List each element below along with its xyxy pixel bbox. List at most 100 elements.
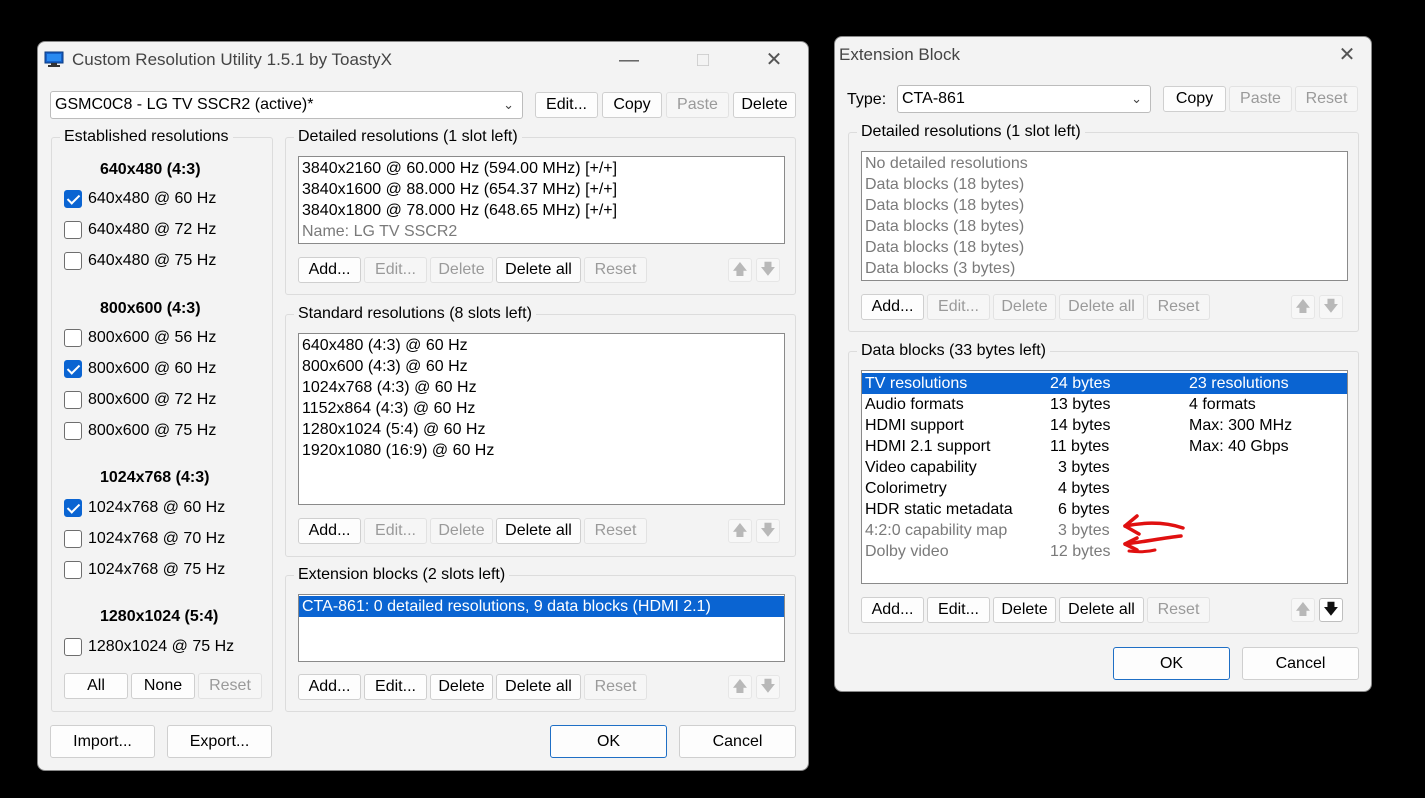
table-row[interactable]: HDR static metadata 6 bytes (862, 499, 1347, 520)
extension-titlebar[interactable]: Extension Block ✕ (835, 37, 1371, 73)
ext-detailed-edit-button[interactable]: Edit... (927, 294, 990, 320)
checkbox-icon (64, 561, 82, 579)
ext-detailed-reset-button[interactable]: Reset (1147, 294, 1210, 320)
list-item[interactable]: Data blocks (18 bytes) (862, 237, 1347, 258)
list-item[interactable]: 3840x1800 @ 78.000 Hz (648.65 MHz) [+/+] (299, 200, 784, 221)
ok-button[interactable]: OK (550, 725, 667, 758)
monitor-select[interactable]: GSMC0C8 - LG TV SSCR2 (active)* ⌄ (50, 91, 523, 119)
table-row[interactable]: 4:2:0 capability map 3 bytes (862, 520, 1347, 541)
import-button[interactable]: Import... (50, 725, 155, 758)
ext-detailed-delete-all-button[interactable]: Delete all (1059, 294, 1144, 320)
detailed-group: Detailed resolutions (1 slot left) 3840x… (285, 128, 796, 295)
list-item[interactable]: Data blocks (18 bytes) (862, 195, 1347, 216)
chevron-down-icon: ⌄ (503, 97, 514, 112)
extension-add-button[interactable]: Add... (298, 674, 361, 700)
extension-delete-all-button[interactable]: Delete all (496, 674, 581, 700)
close-icon[interactable]: ✕ (759, 50, 789, 70)
data-blocks-reset-button[interactable]: Reset (1147, 597, 1210, 623)
arrow-down-icon[interactable]: 🡇 (1319, 295, 1343, 319)
ext-paste-button[interactable]: Paste (1229, 86, 1292, 112)
standard-delete-all-button[interactable]: Delete all (496, 518, 581, 544)
table-row[interactable]: HDMI support 14 bytes Max: 300 MHz (862, 415, 1347, 436)
detailed-list[interactable]: 3840x2160 @ 60.000 Hz (594.00 MHz) [+/+]… (298, 156, 785, 244)
data-blocks-list[interactable]: TV resolutions 24 bytes 23 resolutions A… (861, 370, 1348, 584)
standard-edit-button[interactable]: Edit... (364, 518, 427, 544)
data-blocks-delete-button[interactable]: Delete (993, 597, 1056, 623)
list-item[interactable]: 1024x768 (4:3) @ 60 Hz (299, 377, 784, 398)
arrow-up-icon[interactable]: 🡅 (728, 675, 752, 699)
ext-detailed-delete-button[interactable]: Delete (993, 294, 1056, 320)
standard-delete-button[interactable]: Delete (430, 518, 493, 544)
monitor-delete-button[interactable]: Delete (733, 92, 796, 118)
established-reset-button[interactable]: Reset (198, 673, 262, 699)
list-item[interactable]: No detailed resolutions (862, 153, 1347, 174)
detailed-add-button[interactable]: Add... (298, 257, 361, 283)
monitor-edit-button[interactable]: Edit... (535, 92, 598, 118)
standard-list[interactable]: 640x480 (4:3) @ 60 Hz 800x600 (4:3) @ 60… (298, 333, 785, 505)
list-item[interactable]: 640x480 (4:3) @ 60 Hz (299, 335, 784, 356)
list-item[interactable]: 1920x1080 (16:9) @ 60 Hz (299, 440, 784, 461)
list-item[interactable]: Data blocks (18 bytes) (862, 174, 1347, 195)
arrow-up-icon[interactable]: 🡅 (728, 519, 752, 543)
list-item[interactable]: Data blocks (3 bytes) (862, 258, 1347, 279)
monitor-copy-button[interactable]: Copy (602, 92, 662, 118)
arrow-up-icon[interactable]: 🡅 (1291, 598, 1315, 622)
table-row[interactable]: Dolby video 12 bytes (862, 541, 1347, 562)
arrow-down-icon[interactable]: 🡇 (1319, 598, 1343, 622)
maximize-icon[interactable]: □ (688, 50, 718, 70)
list-item[interactable]: Data blocks (18 bytes) (862, 216, 1347, 237)
type-select[interactable]: CTA-861 ⌄ (897, 85, 1151, 113)
close-icon[interactable]: ✕ (1332, 45, 1362, 65)
table-row[interactable]: Audio formats 13 bytes 4 formats (862, 394, 1347, 415)
cru-title: Custom Resolution Utility 1.5.1 by Toast… (72, 50, 392, 69)
checkbox-icon (64, 530, 82, 548)
cru-titlebar[interactable]: Custom Resolution Utility 1.5.1 by Toast… (38, 42, 808, 78)
table-row[interactable]: TV resolutions 24 bytes 23 resolutions (862, 373, 1347, 394)
ext-cancel-button[interactable]: Cancel (1242, 647, 1359, 680)
extension-list[interactable]: CTA-861: 0 detailed resolutions, 9 data … (298, 594, 785, 662)
established-none-button[interactable]: None (131, 673, 195, 699)
established-all-button[interactable]: All (64, 673, 128, 699)
arrow-down-icon[interactable]: 🡇 (756, 675, 780, 699)
list-item[interactable]: CTA-861: 0 detailed resolutions, 9 data … (299, 596, 784, 617)
ext-detailed-list[interactable]: No detailed resolutions Data blocks (18 … (861, 151, 1348, 281)
standard-reset-button[interactable]: Reset (584, 518, 647, 544)
detailed-delete-all-button[interactable]: Delete all (496, 257, 581, 283)
detailed-label: Detailed resolutions (1 slot left) (294, 128, 522, 146)
checkbox-icon (64, 360, 82, 378)
ext-detailed-add-button[interactable]: Add... (861, 294, 924, 320)
ext-ok-button[interactable]: OK (1113, 647, 1230, 680)
detailed-reset-button[interactable]: Reset (584, 257, 647, 283)
extension-reset-button[interactable]: Reset (584, 674, 647, 700)
list-item[interactable]: 3840x2160 @ 60.000 Hz (594.00 MHz) [+/+] (299, 158, 784, 179)
data-blocks-edit-button[interactable]: Edit... (927, 597, 990, 623)
detailed-delete-button[interactable]: Delete (430, 257, 493, 283)
data-blocks-delete-all-button[interactable]: Delete all (1059, 597, 1144, 623)
list-item[interactable]: 1280x1024 (5:4) @ 60 Hz (299, 419, 784, 440)
monitor-paste-button[interactable]: Paste (666, 92, 729, 118)
checkbox-icon (64, 190, 82, 208)
arrow-down-icon[interactable]: 🡇 (756, 519, 780, 543)
arrow-up-icon[interactable]: 🡅 (728, 258, 752, 282)
list-item[interactable]: 1152x864 (4:3) @ 60 Hz (299, 398, 784, 419)
arrow-up-icon[interactable]: 🡅 (1291, 295, 1315, 319)
list-item[interactable]: 3840x1600 @ 88.000 Hz (654.37 MHz) [+/+] (299, 179, 784, 200)
detailed-edit-button[interactable]: Edit... (364, 257, 427, 283)
ext-reset-button[interactable]: Reset (1295, 86, 1358, 112)
extension-edit-button[interactable]: Edit... (364, 674, 427, 700)
extension-delete-button[interactable]: Delete (430, 674, 493, 700)
data-blocks-add-button[interactable]: Add... (861, 597, 924, 623)
checkbox-icon (64, 422, 82, 440)
arrow-down-icon[interactable]: 🡇 (756, 258, 780, 282)
table-row[interactable]: Colorimetry 4 bytes (862, 478, 1347, 499)
table-row[interactable]: HDMI 2.1 support 11 bytes Max: 40 Gbps (862, 436, 1347, 457)
table-row[interactable]: Video capability 3 bytes (862, 457, 1347, 478)
ext-copy-button[interactable]: Copy (1163, 86, 1226, 112)
established-group: Established resolutions 640x480 (4:3) 64… (51, 128, 273, 712)
cancel-button[interactable]: Cancel (679, 725, 796, 758)
export-button[interactable]: Export... (167, 725, 272, 758)
minimize-icon[interactable]: — (614, 50, 644, 70)
standard-add-button[interactable]: Add... (298, 518, 361, 544)
list-item[interactable]: 800x600 (4:3) @ 60 Hz (299, 356, 784, 377)
list-item[interactable]: Name: LG TV SSCR2 (299, 221, 784, 242)
